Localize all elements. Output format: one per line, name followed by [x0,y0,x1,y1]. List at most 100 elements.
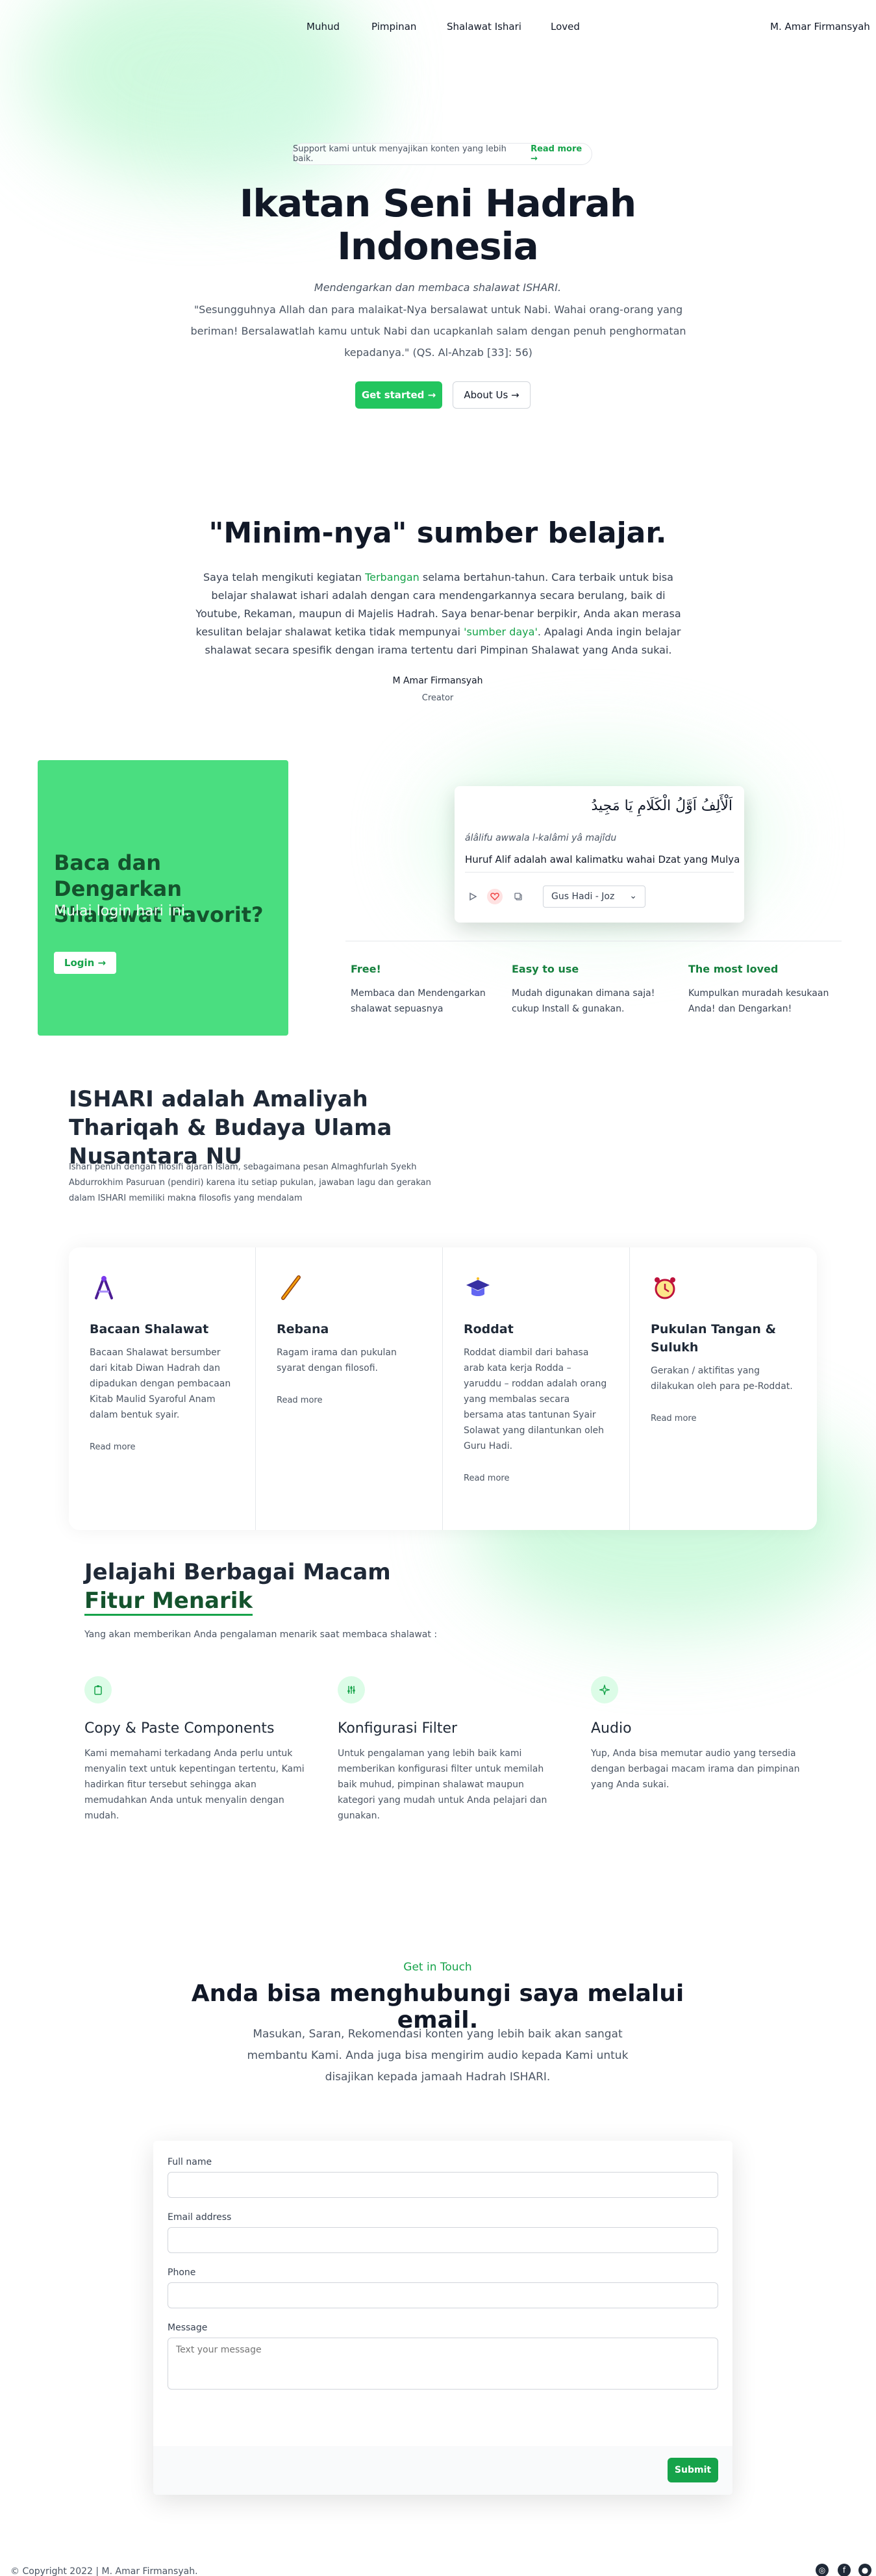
support-text: Support kami untuk menyajikan konten yan… [293,144,507,164]
login-button[interactable]: Login → [54,952,116,974]
card-desc: Ragam irama dan pukulan syarat dengan fi… [277,1347,397,1373]
full-name-label: Full name [168,2157,212,2167]
card-title: Roddat [464,1322,514,1336]
feature-copy-paste: Copy & Paste Components Kami memahami te… [84,1676,305,1824]
feature-desc: Kumpulkan muradah kesukaan Anda! dan Den… [688,988,829,1014]
ishari-title: ISHARI adalah Amaliyah Thariqah & Budaya… [69,1086,392,1169]
phone-label: Phone [168,2267,196,2278]
feature-easy: Easy to use Mudah digunakan dimana saja!… [512,963,661,1017]
compass-icon [90,1273,122,1306]
contact-kicker: Get in Touch [403,1961,472,1974]
card-read-more[interactable]: Read more [277,1396,421,1405]
message-label: Message [168,2323,208,2333]
hero-title-line1: Ikatan Seni Hadrah [239,181,636,225]
feature-desc: Membaca dan Mendengarkan shalawat sepuas… [351,988,486,1014]
feature-title: The most loved [688,963,779,975]
reciter-select[interactable]: Gus Hadi - Joz ⌄ [543,886,645,908]
nav-item-shalawat-ishari[interactable]: Shalawat Ishari [447,21,521,32]
cta-subtitle: Mulai login hari ini. [54,903,190,919]
feature-title: Audio [591,1720,632,1737]
card-read-more[interactable]: Read more [651,1414,796,1423]
full-name-field[interactable] [168,2172,718,2198]
card-rebana: Rebana Ragam irama dan pukulan syarat de… [256,1247,443,1530]
feature-audio: Audio Yup, Anda bisa memutar audio yang … [591,1676,812,1792]
play-icon[interactable] [465,889,481,904]
github-icon[interactable]: ● [858,2564,871,2576]
submit-button[interactable]: Submit [668,2458,718,2482]
alarm-clock-icon [651,1273,683,1306]
nav-user[interactable]: M. Amar Firmansyah [770,21,870,32]
copy-icon[interactable] [510,889,526,904]
feature-desc: Mudah digunakan dimana saja! cukup Insta… [512,988,655,1014]
verse-transliteration: álâlifu awwala l-kalâmi yâ majîdu [465,833,617,843]
reciter-select-value: Gus Hadi - Joz [551,891,615,902]
clipboard-icon [84,1676,112,1703]
dribbble-icon[interactable]: ◎ [816,2564,829,2576]
verse-arabic: اَلْأَلِفُ اَوَّلُ الْكَلَامِ يَا مَجِيد… [591,798,732,814]
card-read-more[interactable]: Read more [464,1473,608,1483]
flute-icon [277,1273,309,1306]
explore-title-line1: Jelajahi Berbagai Macam [84,1559,391,1585]
about-title: "Minim-nya" sumber belajar. [208,516,667,550]
card-desc: Gerakan / aktifitas yang dilakukan oleh … [651,1366,793,1392]
feature-filter: Konfigurasi Filter Untuk pengalaman yang… [338,1676,558,1824]
message-field[interactable] [168,2338,718,2390]
about-highlight-resource: 'sumber daya' [464,626,538,638]
hero-title: Ikatan Seni Hadrah Indonesia [178,182,697,268]
card-desc: Bacaan Shalawat bersumber dari kitab Diw… [90,1347,231,1420]
facebook-icon[interactable]: f [838,2564,851,2576]
card-read-more[interactable]: Read more [90,1442,234,1452]
contact-form: Full name Email address Phone Message Su… [153,2141,732,2495]
feature-title: Easy to use [512,963,579,975]
contact-body: Masukan, Saran, Rekomendasi konten yang … [247,2028,629,2084]
card-pukulan: Pukulan Tangan & Sulukh Gerakan / aktifi… [630,1247,817,1530]
get-started-button[interactable]: Get started → [355,381,442,409]
feature-title: Konfigurasi Filter [338,1720,458,1737]
card-desc: Roddat diambil dari bahasa arab kata ker… [464,1347,607,1451]
explore-title: Jelajahi Berbagai Macam Fitur Menarik [84,1558,409,1616]
support-pill: Support kami untuk menyajikan konten yan… [292,143,592,165]
divider [465,872,734,873]
top-nav: Muhud Pimpinan Shalawat Ishari Loved M. … [0,21,876,34]
feature-loved: The most loved Kumpulkan muradah kesukaa… [688,963,838,1017]
chevron-down-icon: ⌄ [629,891,637,901]
verse-card: اَلْأَلِفُ اَوَّلُ الْكَلَامِ يَا مَجِيد… [455,786,744,923]
nav-item-muhud[interactable]: Muhud [307,21,340,32]
card-bacaan-shalawat: Bacaan Shalawat Bacaan Shalawat bersumbe… [69,1247,256,1530]
phone-field[interactable] [168,2282,718,2308]
nav-item-loved[interactable]: Loved [551,21,580,32]
feature-title: Free! [351,963,381,975]
read-more-link[interactable]: Read more → [531,144,592,164]
card-title: Rebana [277,1322,329,1336]
feature-desc: Untuk pengalaman yang lebih baik kami me… [338,1748,547,1821]
ishari-cards: Bacaan Shalawat Bacaan Shalawat bersumbe… [69,1247,817,1530]
hero-subtitle: Mendengarkan dan membaca shalawat ISHARI… [314,281,562,294]
feature-free: Free! Membaca dan Mendengarkan shalawat … [351,963,500,1017]
heart-icon[interactable] [487,889,503,904]
author-name: M Amar Firmansyah [392,676,483,686]
feature-desc: Kami memahami terkadang Anda perlu untuk… [84,1748,305,1821]
feature-desc: Yup, Anda bisa memutar audio yang tersed… [591,1748,800,1790]
about-highlight-terbangan: Terbangan [365,571,419,583]
about-us-button[interactable]: About Us → [453,381,531,409]
form-footer: Submit [153,2446,732,2495]
hero-title-line2: Indonesia [337,224,538,268]
copyright: © Copyright 2022 | M. Amar Firmansyah. [10,2566,198,2576]
graduation-cap-icon [464,1273,496,1306]
ishari-body: Ishari penuh dengan filosifi ajaran Isla… [69,1162,431,1203]
about-body-part1: Saya telah mengikuti kegiatan [203,571,366,583]
card-title: Bacaan Shalawat [90,1322,209,1336]
explore-subtitle: Yang akan memberikan Anda pengalaman men… [84,1629,438,1640]
email-field[interactable] [168,2227,718,2253]
card-roddat: Roddat Roddat diambil dari bahasa arab k… [443,1247,630,1530]
card-title: Pukulan Tangan & Sulukh [651,1322,777,1355]
sliders-icon [338,1676,365,1703]
author-role: Creator [421,693,454,703]
explore-title-line2: Fitur Menarik [84,1588,253,1616]
verse-translation: Huruf Alif adalah awal kalimatku wahai D… [465,854,740,865]
hero-quote: "Sesungguhnya Allah dan para malaikat-Ny… [190,303,686,359]
feature-title: Copy & Paste Components [84,1720,275,1737]
email-label: Email address [168,2212,232,2223]
nav-item-pimpinan[interactable]: Pimpinan [371,21,416,32]
login-cta-card: Baca dan Dengarkan Shalawat Favorit? Mul… [38,760,288,1036]
